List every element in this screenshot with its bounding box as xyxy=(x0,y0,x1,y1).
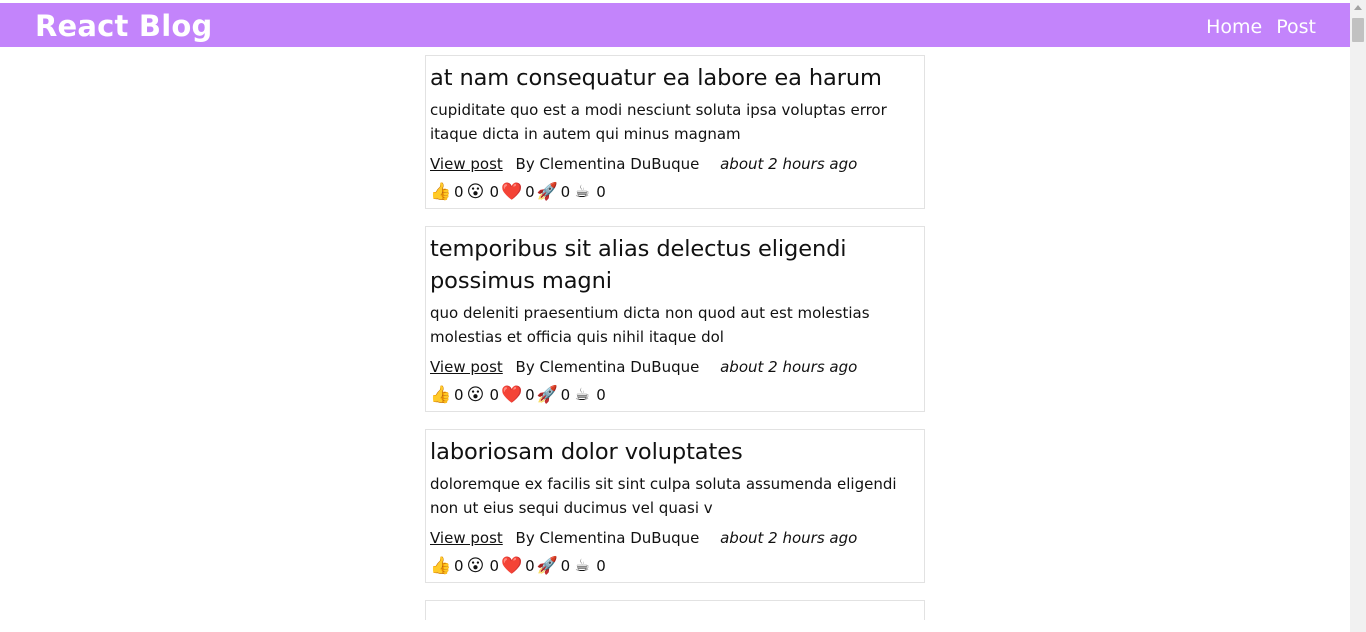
post-card-partial xyxy=(425,600,925,620)
reaction-heart-button[interactable]: ❤️ 0 xyxy=(501,180,537,204)
reaction-count: 0 xyxy=(489,386,500,404)
reaction-count: 0 xyxy=(454,183,464,201)
thumbs-up-icon: 👍 xyxy=(430,556,452,576)
reaction-coffee-button[interactable]: ☕ 0 xyxy=(572,180,608,204)
reaction-count: 0 xyxy=(525,557,535,575)
thumbs-up-icon: 👍 xyxy=(430,385,452,405)
view-post-link[interactable]: View post xyxy=(430,529,503,547)
view-post-link[interactable]: View post xyxy=(430,358,503,376)
reaction-count: 0 xyxy=(489,557,500,575)
reaction-count: 0 xyxy=(489,183,500,201)
reaction-count: 0 xyxy=(596,386,606,404)
reaction-coffee-button[interactable]: ☕ 0 xyxy=(572,383,608,407)
post-excerpt: cupiditate quo est a modi nesciunt solut… xyxy=(430,101,887,143)
reaction-heart-button[interactable]: ❤️ 0 xyxy=(501,383,537,407)
post-author: By Clementina DuBuque xyxy=(515,155,700,173)
post-excerpt: doloremque ex facilis sit sint culpa sol… xyxy=(430,475,897,517)
app-header: React Blog Home Post xyxy=(0,3,1350,47)
post-card: laboriosam dolor voluptates doloremque e… xyxy=(425,429,925,583)
reaction-count: 0 xyxy=(454,386,464,404)
reaction-thumbs-up-button[interactable]: 👍 0 xyxy=(430,180,466,204)
reaction-thumbs-up-button[interactable]: 👍 0 xyxy=(430,383,466,407)
post-timestamp: about 2 hours ago xyxy=(720,155,858,173)
reaction-count: 0 xyxy=(454,557,464,575)
reaction-rocket-button[interactable]: 🚀 0 xyxy=(537,554,573,578)
main-nav: Home Post xyxy=(1198,15,1316,39)
nav-home-link[interactable]: Home xyxy=(1206,16,1262,38)
reaction-count: 0 xyxy=(596,557,606,575)
rocket-icon: 🚀 xyxy=(536,385,558,405)
post-timestamp: about 2 hours ago xyxy=(720,358,858,376)
heart-icon: ❤️ xyxy=(501,385,523,405)
post-card: temporibus sit alias delectus eligendi p… xyxy=(425,226,925,412)
post-meta: View post By Clementina DuBuque about 2 … xyxy=(430,526,920,550)
reaction-bar: 👍 0 😮 0 ❤️ 0 🚀 0 ☕ 0 xyxy=(430,554,920,578)
reaction-bar: 👍 0 😮 0 ❤️ 0 🚀 0 ☕ 0 xyxy=(430,383,920,407)
reaction-wow-button[interactable]: 😮 0 xyxy=(466,383,502,407)
post-timestamp: about 2 hours ago xyxy=(720,529,858,547)
rocket-icon: 🚀 xyxy=(536,182,558,202)
reaction-bar: 👍 0 😮 0 ❤️ 0 🚀 0 ☕ 0 xyxy=(430,180,920,204)
reaction-count: 0 xyxy=(525,183,535,201)
heart-icon: ❤️ xyxy=(501,556,523,576)
reaction-count: 0 xyxy=(525,386,535,404)
post-title: at nam consequatur ea labore ea harum xyxy=(430,65,882,91)
scroll-up-arrow-icon[interactable] xyxy=(1354,5,1362,10)
post-title: temporibus sit alias delectus eligendi p… xyxy=(430,236,847,294)
reaction-wow-button[interactable]: 😮 0 xyxy=(466,180,502,204)
coffee-icon: ☕ xyxy=(574,556,590,576)
view-post-link[interactable]: View post xyxy=(430,155,503,173)
post-author: By Clementina DuBuque xyxy=(515,358,700,376)
reaction-count: 0 xyxy=(560,557,571,575)
post-meta: View post By Clementina DuBuque about 2 … xyxy=(430,355,920,379)
reaction-count: 0 xyxy=(596,183,606,201)
reaction-thumbs-up-button[interactable]: 👍 0 xyxy=(430,554,466,578)
brand-title[interactable]: React Blog xyxy=(35,8,212,44)
post-meta: View post By Clementina DuBuque about 2 … xyxy=(430,152,920,176)
reaction-rocket-button[interactable]: 🚀 0 xyxy=(537,180,573,204)
scrollbar-thumb[interactable] xyxy=(1352,18,1364,42)
post-excerpt: quo deleniti praesentium dicta non quod … xyxy=(430,304,870,346)
thumbs-up-icon: 👍 xyxy=(430,182,452,202)
post-author: By Clementina DuBuque xyxy=(515,529,700,547)
wow-face-icon: 😮 xyxy=(466,385,485,405)
nav-post-link[interactable]: Post xyxy=(1276,16,1316,38)
coffee-icon: ☕ xyxy=(574,182,590,202)
coffee-icon: ☕ xyxy=(574,385,590,405)
reaction-heart-button[interactable]: ❤️ 0 xyxy=(501,554,537,578)
post-card: at nam consequatur ea labore ea harum cu… xyxy=(425,55,925,209)
post-list: at nam consequatur ea labore ea harum cu… xyxy=(425,55,925,620)
rocket-icon: 🚀 xyxy=(536,556,558,576)
post-title: laboriosam dolor voluptates xyxy=(430,439,743,465)
vertical-scrollbar[interactable] xyxy=(1350,0,1366,632)
reaction-count: 0 xyxy=(560,386,571,404)
reaction-rocket-button[interactable]: 🚀 0 xyxy=(537,383,573,407)
wow-face-icon: 😮 xyxy=(466,556,485,576)
reaction-coffee-button[interactable]: ☕ 0 xyxy=(572,554,608,578)
reaction-count: 0 xyxy=(560,183,571,201)
heart-icon: ❤️ xyxy=(501,182,523,202)
wow-face-icon: 😮 xyxy=(466,182,485,202)
reaction-wow-button[interactable]: 😮 0 xyxy=(466,554,502,578)
